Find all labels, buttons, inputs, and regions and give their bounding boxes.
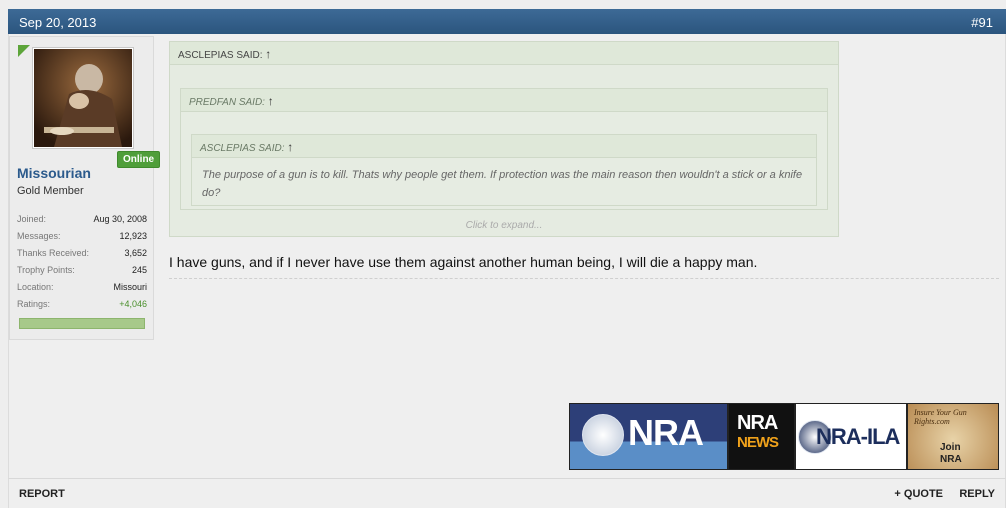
stat-label: Joined: — [17, 214, 46, 224]
quote-author: ASCLEPIAS SAID: — [200, 143, 284, 154]
quote-inner-text: The purpose of a gun is to kill. Thats w… — [192, 158, 816, 202]
post-message: I have guns, and if I never have use the… — [169, 254, 757, 270]
join-nra-text: NRA — [940, 454, 962, 465]
user-title: Gold Member — [17, 185, 84, 197]
stat-messages: Messages: 12,923 — [17, 229, 147, 246]
stat-value: Aug 30, 2008 — [93, 214, 147, 224]
stat-trophy: Trophy Points: 245 — [17, 263, 147, 280]
stat-label: Thanks Received: — [17, 248, 89, 258]
insure-text: Insure Your Gun Rights.com — [914, 408, 998, 426]
signature-banner[interactable]: NRA NRA NEWS NRA-ILA Insure Your Gun Rig… — [569, 403, 999, 470]
stat-value[interactable]: Missouri — [113, 282, 147, 292]
nra-news-top: NRA — [737, 412, 777, 435]
up-arrow-icon[interactable]: ↑ — [268, 94, 274, 108]
user-stats: Joined: Aug 30, 2008 Messages: 12,923 Th… — [17, 212, 147, 314]
stat-thanks: Thanks Received: 3,652 — [17, 246, 147, 263]
signature-divider — [169, 278, 999, 279]
stat-ratings: Ratings: +4,046 — [17, 297, 147, 314]
post-footer: REPORT + QUOTE REPLY — [8, 478, 1006, 508]
nra-seal-icon — [582, 414, 624, 456]
nra-ila-logo[interactable]: NRA-ILA — [796, 404, 906, 469]
avatar-image — [34, 49, 132, 147]
stat-label: Trophy Points: — [17, 265, 75, 275]
reply-button[interactable]: REPLY — [959, 488, 995, 500]
stat-joined: Joined: Aug 30, 2008 — [17, 212, 147, 229]
stat-label: Messages: — [17, 231, 61, 241]
up-arrow-icon[interactable]: ↑ — [287, 140, 293, 154]
stat-value: 3,652 — [124, 248, 147, 258]
quote-author: ASCLEPIAS SAID: — [178, 50, 262, 61]
click-to-expand-link[interactable]: Click to expand... — [170, 220, 838, 231]
quote-inner-header[interactable]: ASCLEPIAS SAID: ↑ — [192, 135, 816, 158]
stat-value: +4,046 — [119, 299, 147, 309]
post-header: Sep 20, 2013 #91 — [8, 9, 1006, 34]
nra-logo[interactable]: NRA — [570, 404, 727, 469]
stat-value[interactable]: 245 — [132, 265, 147, 275]
nra-ila-text: NRA-ILA — [816, 424, 899, 450]
rating-bar — [19, 318, 145, 329]
join-text: Join — [940, 442, 961, 453]
post-date-link[interactable]: Sep 20, 2013 — [19, 15, 96, 30]
quote-outer: ASCLEPIAS SAID: ↑ PREDFAN SAID: ↑ ASCLEP… — [169, 41, 839, 237]
stat-value[interactable]: 12,923 — [119, 231, 147, 241]
report-button[interactable]: REPORT — [19, 488, 65, 500]
nra-news-logo[interactable]: NRA NEWS — [729, 404, 794, 469]
quote-middle-header[interactable]: PREDFAN SAID: ↑ — [181, 89, 827, 112]
nra-news-bottom: NEWS — [737, 434, 778, 451]
online-corner-marker — [18, 45, 30, 57]
post-permalink[interactable]: #91 — [971, 15, 993, 30]
stat-location: Location: Missouri — [17, 280, 147, 297]
quote-inner: ASCLEPIAS SAID: ↑ The purpose of a gun i… — [191, 134, 817, 206]
avatar[interactable] — [32, 47, 134, 149]
quote-button[interactable]: + QUOTE — [894, 488, 943, 500]
insure-gun-rights-logo[interactable]: Insure Your Gun Rights.com Join NRA — [908, 404, 998, 469]
up-arrow-icon[interactable]: ↑ — [265, 47, 271, 61]
stat-label: Ratings: — [17, 299, 50, 309]
online-badge: Online — [117, 151, 160, 168]
quote-author: PREDFAN SAID: — [189, 97, 265, 108]
stat-label: Location: — [17, 282, 54, 292]
quote-middle: PREDFAN SAID: ↑ ASCLEPIAS SAID: ↑ The pu… — [180, 88, 828, 210]
nra-logo-text: NRA — [628, 412, 703, 454]
user-info-panel: Online Missourian Gold Member Joined: Au… — [9, 36, 154, 340]
username-link[interactable]: Missourian — [17, 165, 91, 181]
quote-outer-header[interactable]: ASCLEPIAS SAID: ↑ — [170, 42, 838, 65]
